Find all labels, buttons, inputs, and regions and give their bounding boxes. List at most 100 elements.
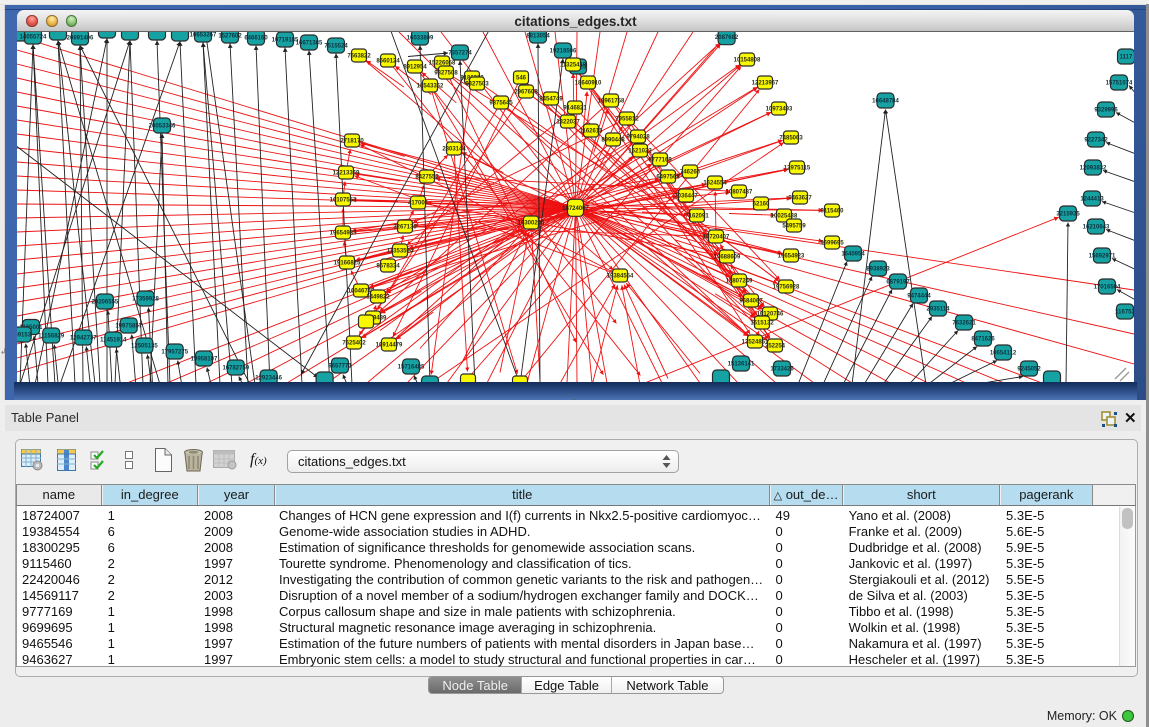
svg-text:9875645: 9875645 bbox=[489, 101, 513, 107]
svg-text:19218506: 19218506 bbox=[550, 49, 577, 55]
svg-text:14055724: 14055724 bbox=[20, 35, 47, 41]
svg-text:6879197: 6879197 bbox=[886, 280, 910, 286]
svg-text:8912954: 8912954 bbox=[403, 65, 427, 71]
svg-text:7515524: 7515524 bbox=[324, 44, 348, 50]
svg-text:8660124: 8660124 bbox=[376, 59, 400, 65]
svg-text:10653267: 10653267 bbox=[190, 33, 217, 39]
svg-text:17359928: 17359928 bbox=[132, 297, 159, 303]
svg-text:18807249: 18807249 bbox=[726, 279, 753, 285]
svg-text:2935114: 2935114 bbox=[926, 307, 950, 313]
svg-text:19384554: 19384554 bbox=[607, 274, 634, 280]
svg-text:7632621: 7632621 bbox=[952, 321, 976, 327]
svg-text:1527602: 1527602 bbox=[218, 34, 242, 40]
svg-text:15716485: 15716485 bbox=[398, 365, 425, 371]
svg-text:9699695: 9699695 bbox=[820, 241, 844, 247]
svg-text:9146821: 9146821 bbox=[563, 106, 587, 112]
svg-text:3215935: 3215935 bbox=[1056, 212, 1080, 218]
svg-text:18300295: 18300295 bbox=[518, 221, 545, 227]
svg-text:9327508: 9327508 bbox=[434, 71, 458, 77]
svg-text:8427552: 8427552 bbox=[415, 175, 439, 181]
svg-text:2967608: 2967608 bbox=[514, 90, 538, 96]
svg-text:2087682: 2087682 bbox=[715, 35, 739, 41]
svg-text:8471626: 8471626 bbox=[971, 337, 995, 343]
svg-text:12923446: 12923446 bbox=[255, 376, 282, 382]
svg-text:16914479: 16914479 bbox=[376, 343, 403, 349]
svg-text:10958107: 10958107 bbox=[191, 357, 218, 363]
svg-text:10688609: 10688609 bbox=[714, 255, 741, 261]
svg-text:19654983: 19654983 bbox=[330, 231, 357, 237]
svg-text:7625402: 7625402 bbox=[342, 341, 366, 347]
svg-text:17016504: 17016504 bbox=[1094, 285, 1121, 291]
svg-text:7357274: 7357274 bbox=[448, 51, 472, 57]
svg-text:1117: 1117 bbox=[1120, 55, 1133, 61]
svg-text:16210643: 16210643 bbox=[1083, 225, 1110, 231]
svg-text:9657771: 9657771 bbox=[328, 364, 352, 370]
svg-text:2718170: 2718170 bbox=[340, 139, 364, 145]
svg-text:15692971: 15692971 bbox=[1089, 254, 1116, 260]
svg-text:16961758: 16961758 bbox=[598, 99, 625, 105]
svg-text:7663822: 7663822 bbox=[347, 54, 371, 60]
svg-text:12213967: 12213967 bbox=[752, 81, 779, 87]
svg-text:20206555: 20206555 bbox=[92, 300, 119, 306]
svg-text:1162615: 1162615 bbox=[579, 129, 603, 135]
svg-text:9684067: 9684067 bbox=[739, 299, 763, 305]
svg-text:16671385: 16671385 bbox=[296, 41, 323, 47]
svg-text:12942737: 12942737 bbox=[70, 336, 97, 342]
svg-text:15720407: 15720407 bbox=[703, 235, 730, 241]
svg-text:8678334: 8678334 bbox=[376, 264, 400, 270]
svg-text:15751074: 15751074 bbox=[1106, 81, 1133, 87]
svg-text:16782759: 16782759 bbox=[222, 366, 249, 372]
svg-text:12505135: 12505135 bbox=[131, 344, 158, 350]
svg-text:19654923: 19654923 bbox=[778, 254, 805, 260]
svg-text:15136141: 15136141 bbox=[728, 362, 755, 368]
svg-text:17957275: 17957275 bbox=[161, 350, 188, 356]
svg-text:8454749: 8454749 bbox=[539, 97, 563, 103]
svg-text:8938923: 8938923 bbox=[866, 267, 890, 273]
svg-text:39153: 39153 bbox=[17, 333, 32, 339]
svg-text:12975115: 12975115 bbox=[784, 166, 811, 172]
svg-text:1615132: 1615132 bbox=[750, 321, 774, 327]
svg-text:20053346: 20053346 bbox=[149, 124, 176, 130]
svg-text:10654112: 10654112 bbox=[990, 351, 1017, 357]
svg-text:16033809: 16033809 bbox=[407, 36, 434, 42]
svg-text:8813054: 8813054 bbox=[526, 34, 550, 40]
svg-text:1449822: 1449822 bbox=[366, 295, 390, 301]
svg-text:62160: 62160 bbox=[753, 202, 770, 208]
svg-text:16648784: 16648784 bbox=[872, 99, 899, 105]
svg-text:417006: 417006 bbox=[408, 201, 429, 207]
svg-text:9777169: 9777169 bbox=[648, 158, 672, 164]
svg-text:9227342: 9227342 bbox=[1084, 138, 1108, 144]
svg-text:7955812: 7955812 bbox=[615, 117, 639, 123]
svg-text:1733426: 1733426 bbox=[770, 367, 794, 373]
svg-text:11156829: 11156829 bbox=[38, 334, 65, 340]
svg-text:746266: 746266 bbox=[680, 170, 701, 176]
svg-text:116753: 116753 bbox=[1115, 310, 1134, 316]
svg-text:546: 546 bbox=[516, 76, 527, 82]
svg-text:8990448: 8990448 bbox=[601, 138, 625, 144]
svg-text:18640910: 18640910 bbox=[575, 81, 602, 87]
svg-text:7162091: 7162091 bbox=[685, 214, 709, 220]
svg-text:2036447: 2036447 bbox=[674, 194, 698, 200]
svg-text:7485063: 7485063 bbox=[779, 136, 803, 142]
svg-text:18724007: 18724007 bbox=[562, 206, 589, 212]
svg-text:9329996: 9329996 bbox=[1094, 108, 1118, 114]
svg-text:10154808: 10154808 bbox=[734, 58, 761, 64]
svg-text:3267130: 3267130 bbox=[393, 225, 417, 231]
svg-text:9115460: 9115460 bbox=[820, 209, 844, 215]
svg-text:1621022: 1621022 bbox=[628, 149, 652, 155]
svg-text:5495759: 5495759 bbox=[782, 224, 806, 230]
svg-text:9474444: 9474444 bbox=[907, 294, 931, 300]
svg-text:11353594: 11353594 bbox=[387, 249, 414, 255]
svg-text:19756928: 19756928 bbox=[773, 285, 800, 291]
svg-text:1322037: 1322037 bbox=[556, 120, 580, 126]
svg-text:19166825: 19166825 bbox=[334, 261, 361, 267]
svg-text:6497568: 6497568 bbox=[656, 175, 680, 181]
svg-text:20691406: 20691406 bbox=[67, 36, 94, 42]
svg-text:16543362: 16543362 bbox=[417, 84, 444, 90]
svg-text:1244413: 1244413 bbox=[1080, 197, 1104, 203]
svg-text:19975857: 19975857 bbox=[115, 324, 142, 330]
svg-text:1624554: 1624554 bbox=[703, 181, 727, 187]
svg-text:1640954: 1640954 bbox=[841, 252, 865, 258]
svg-text:10807487: 10807487 bbox=[726, 190, 753, 196]
svg-text:9463627: 9463627 bbox=[788, 196, 812, 202]
